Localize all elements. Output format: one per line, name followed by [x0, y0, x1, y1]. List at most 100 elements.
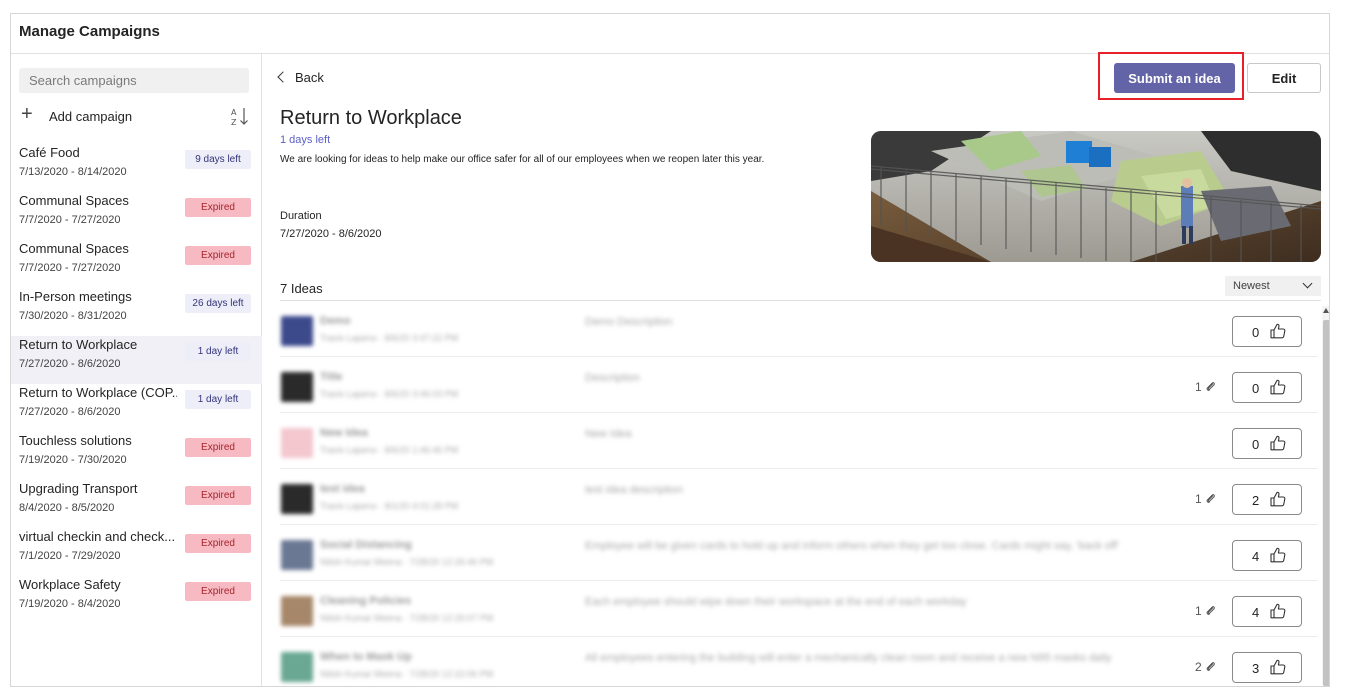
idea-description: Description	[585, 372, 641, 384]
campaign-hero-image	[871, 131, 1321, 262]
edit-button[interactable]: Edit	[1247, 63, 1321, 93]
campaign-item[interactable]: Café Food 7/13/2020 - 8/14/2020 9 days lef…	[11, 144, 262, 192]
idea-title: Title	[320, 371, 343, 383]
like-button[interactable]: 4	[1232, 540, 1302, 571]
scroll-up-icon[interactable]	[1323, 308, 1329, 313]
status-badge: Expired	[185, 246, 251, 265]
like-button[interactable]: 0	[1232, 372, 1302, 403]
idea-author-date: Travis Lapeno · 8/6/20 3:46:03 PM	[320, 389, 459, 399]
campaign-item[interactable]: Touchless solutions 7/19/2020 - 7/30/2020…	[11, 432, 262, 480]
idea-thumbnail	[281, 428, 313, 458]
attachment-number: 2	[1195, 660, 1202, 674]
campaign-sidebar: + Add campaign A Z Café Food 7/13/2020 - …	[11, 54, 262, 686]
campaign-dates: 7/30/2020 - 8/31/2020	[19, 310, 127, 322]
campaign-item[interactable]: Communal Spaces 7/7/2020 - 7/27/2020 Expir…	[11, 192, 262, 240]
thumbs-up-icon	[1270, 603, 1286, 619]
idea-row[interactable]: Title Travis Lapeno · 8/6/20 3:46:03 PM De…	[280, 357, 1318, 413]
campaign-dates: 7/19/2020 - 8/4/2020	[19, 598, 121, 610]
duration-value: 7/27/2020 - 8/6/2020	[280, 228, 382, 240]
attachment-number: 1	[1195, 380, 1202, 394]
thumbs-up-icon	[1270, 491, 1286, 507]
paperclip-icon	[1206, 606, 1215, 615]
campaign-item[interactable]: virtual checkin and check... 7/1/2020 - 7…	[11, 528, 262, 576]
idea-title: Demo	[320, 315, 351, 327]
back-button[interactable]: Back	[277, 70, 324, 90]
idea-row[interactable]: When to Mask Up Nitish Kumar Meena · 7/28…	[280, 637, 1318, 686]
campaign-item[interactable]: Return to Workplace (COP... 7/27/2020 - 8…	[11, 384, 262, 432]
idea-description: test idea description	[585, 484, 683, 496]
like-button[interactable]: 2	[1232, 484, 1302, 515]
campaign-item[interactable]: Communal Spaces 7/7/2020 - 7/27/2020 Expir…	[11, 240, 262, 288]
campaign-item[interactable]: Workplace Safety 7/19/2020 - 8/4/2020 Expi…	[11, 576, 262, 624]
idea-thumbnail	[281, 596, 313, 626]
idea-row[interactable]: Demo Travis Lapeno · 8/6/20 3:47:22 PM Dem…	[280, 301, 1318, 357]
thumbs-up-icon	[1270, 659, 1286, 675]
idea-title: Cleaning Policies	[320, 595, 412, 607]
campaign-dates: 7/19/2020 - 7/30/2020	[19, 454, 127, 466]
sort-az-icon[interactable]: A Z	[229, 105, 251, 127]
like-count: 4	[1252, 549, 1260, 564]
plus-icon: +	[21, 103, 33, 125]
add-campaign-button[interactable]: + Add campaign A Z	[19, 103, 251, 128]
paperclip-icon	[1206, 662, 1215, 671]
campaign-item[interactable]: Upgrading Transport 8/4/2020 - 8/5/2020 Ex…	[11, 480, 262, 528]
like-button[interactable]: 0	[1232, 316, 1302, 347]
duration-label: Duration	[280, 210, 322, 222]
idea-row[interactable]: test idea Travis Lapeno · 8/1/20 4:01:28 …	[280, 469, 1318, 525]
campaign-item[interactable]: Return to Workplace 7/27/2020 - 8/6/2020 1…	[11, 336, 262, 384]
scrollbar-thumb[interactable]	[1323, 320, 1329, 686]
sort-dropdown[interactable]: Newest	[1225, 276, 1321, 296]
attachment-count: 1	[1195, 491, 1216, 506]
attachment-count: 1	[1195, 379, 1216, 394]
search-campaigns-input[interactable]	[19, 68, 249, 93]
add-campaign-label: Add campaign	[49, 109, 133, 124]
like-button[interactable]: 0	[1232, 428, 1302, 459]
idea-title: test idea	[320, 483, 365, 495]
ideas-scrollbar[interactable]	[1322, 306, 1329, 686]
idea-thumbnail	[281, 316, 313, 346]
idea-thumbnail	[281, 540, 313, 570]
like-count: 0	[1252, 381, 1260, 396]
campaign-name: Communal Spaces	[19, 193, 129, 208]
campaign-dates: 7/27/2020 - 8/6/2020	[19, 406, 121, 418]
like-button[interactable]: 3	[1232, 652, 1302, 683]
campaign-dates: 7/27/2020 - 8/6/2020	[19, 358, 121, 370]
attachment-count: 2	[1195, 659, 1216, 674]
paperclip-icon	[1206, 382, 1215, 391]
chevron-left-icon	[277, 71, 289, 83]
status-badge: 9 days left	[185, 150, 251, 169]
campaign-detail: Back Submit an idea Edit Return to Workp…	[263, 52, 1329, 686]
window-title: Manage Campaigns	[19, 23, 160, 40]
status-badge: 1 day left	[185, 390, 251, 409]
idea-thumbnail	[281, 652, 313, 682]
idea-author-date: Travis Lapeno · 8/6/20 1:46:46 PM	[320, 445, 459, 455]
back-label: Back	[295, 70, 324, 85]
idea-title: Social Distancing	[320, 539, 412, 551]
idea-row[interactable]: Cleaning Policies Nitish Kumar Meena · 7/…	[280, 581, 1318, 637]
idea-row[interactable]: Social Distancing Nitish Kumar Meena · 7/…	[280, 525, 1318, 581]
like-count: 0	[1252, 325, 1260, 340]
idea-title: New Idea	[320, 427, 368, 439]
thumbs-up-icon	[1270, 547, 1286, 563]
like-count: 2	[1252, 493, 1260, 508]
idea-row[interactable]: New Idea Travis Lapeno · 8/6/20 1:46:46 P…	[280, 413, 1318, 469]
submit-idea-button[interactable]: Submit an idea	[1114, 63, 1235, 93]
idea-author-date: Travis Lapeno · 8/1/20 4:01:28 PM	[320, 501, 459, 511]
like-count: 0	[1252, 437, 1260, 452]
status-badge: Expired	[185, 534, 251, 553]
campaign-title: Return to Workplace	[280, 107, 462, 129]
idea-thumbnail	[281, 372, 313, 402]
status-badge: Expired	[185, 438, 251, 457]
days-left-text: 1 days left	[280, 134, 331, 146]
idea-author-date: Nitish Kumar Meena · 7/28/20 12:26:46 PM	[320, 557, 494, 567]
campaign-dates: 7/1/2020 - 7/29/2020	[19, 550, 121, 562]
thumbs-up-icon	[1270, 379, 1286, 395]
idea-author-date: Nitish Kumar Meena · 7/28/20 12:22:06 PM	[320, 669, 494, 679]
campaign-dates: 8/4/2020 - 8/5/2020	[19, 502, 115, 514]
like-button[interactable]: 4	[1232, 596, 1302, 627]
campaign-name: Return to Workplace	[19, 337, 138, 352]
campaign-item[interactable]: In-Person meetings 7/30/2020 - 8/31/2020 2…	[11, 288, 262, 336]
idea-description: All employees entering the building will…	[585, 652, 1112, 664]
idea-description: New Idea	[585, 428, 632, 440]
svg-text:A: A	[231, 108, 237, 117]
